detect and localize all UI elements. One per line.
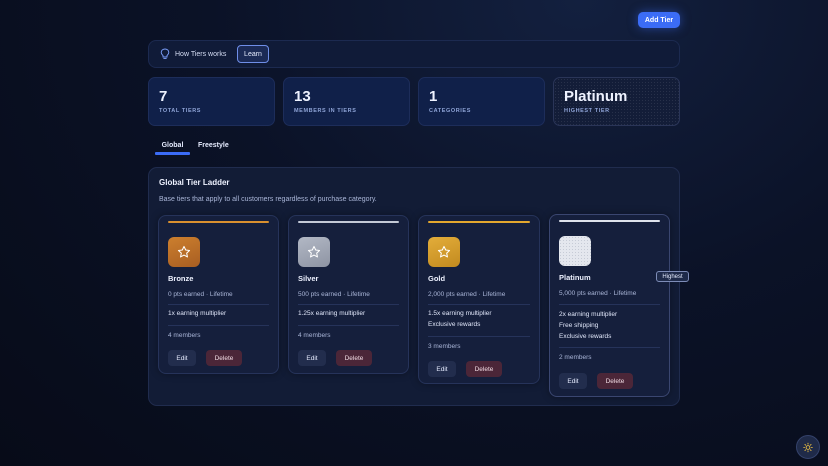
tier-members: 4 members (168, 332, 201, 339)
delete-button[interactable]: Delete (597, 373, 633, 389)
star-icon (307, 245, 321, 258)
tab-global[interactable]: Global (155, 142, 190, 155)
edit-button[interactable]: Edit (559, 373, 587, 389)
how-tiers-works-bar: How Tiers works Learn (148, 40, 680, 68)
tier-perk: 1.25x earning multiplier (298, 310, 366, 317)
stat-value: 7 (159, 88, 168, 105)
divider (428, 336, 530, 337)
edit-button[interactable]: Edit (298, 350, 326, 366)
tier-perk: 1.5x earning multiplier (428, 310, 492, 317)
tier-points: 5,000 pts earned · Lifetime (559, 290, 637, 297)
highest-badge: Highest (656, 271, 689, 282)
tier-perk: Free shipping (559, 322, 599, 329)
tier-members: 4 members (298, 332, 331, 339)
add-tier-button[interactable]: Add Tier (638, 12, 680, 28)
learn-button[interactable]: Learn (237, 45, 269, 63)
divider (559, 347, 660, 348)
tier-name: Silver (298, 274, 319, 283)
tier-points: 2,000 pts earned · Lifetime (428, 291, 506, 298)
theme-toggle-button[interactable] (796, 435, 820, 459)
tier-points: 500 pts earned · Lifetime (298, 291, 370, 298)
stat-card-total-tiers: 7 TOTAL TIERS (148, 77, 275, 126)
tier-name: Gold (428, 274, 446, 283)
divider (168, 325, 269, 326)
panel-description: Base tiers that apply to all customers r… (159, 196, 377, 203)
tier-card-gold: Gold 2,000 pts earned · Lifetime 1.5x ea… (418, 215, 540, 384)
tier-accent-bar (428, 221, 530, 223)
divider (559, 304, 660, 305)
delete-button[interactable]: Delete (466, 361, 502, 377)
delete-button[interactable]: Delete (206, 350, 242, 366)
how-tiers-works-text: How Tiers works (175, 51, 227, 58)
stat-card-highest-tier: Platinum HIGHEST TIER (553, 77, 680, 126)
tier-members: 2 members (559, 354, 592, 361)
stat-card-members-in-tiers: 13 MEMBERS IN TIERS (283, 77, 410, 126)
stat-label: MEMBERS IN TIERS (294, 108, 357, 114)
tier-badge (428, 237, 460, 267)
stat-value: 13 (294, 88, 311, 105)
tier-perk: Exclusive rewards (428, 321, 481, 328)
stat-label: HIGHEST TIER (564, 108, 610, 114)
stat-card-categories: 1 CATEGORIES (418, 77, 545, 126)
divider (168, 304, 269, 305)
edit-button[interactable]: Edit (428, 361, 456, 377)
divider (298, 325, 399, 326)
tier-members: 3 members (428, 343, 461, 350)
delete-button[interactable]: Delete (336, 350, 372, 366)
tier-card-platinum: Platinum Highest 5,000 pts earned · Life… (549, 214, 689, 397)
lightbulb-icon (160, 48, 170, 59)
tier-name: Bronze (168, 274, 194, 283)
tier-badge (559, 236, 591, 266)
tier-accent-bar (298, 221, 399, 223)
stat-label: CATEGORIES (429, 108, 471, 114)
stat-value: 1 (429, 88, 438, 105)
tier-card-silver: Silver 500 pts earned · Lifetime 1.25x e… (288, 215, 409, 374)
tier-card-bronze: Bronze 0 pts earned · Lifetime 1x earnin… (158, 215, 279, 374)
sun-icon (803, 442, 813, 452)
tier-badge (168, 237, 200, 267)
tier-perk: Exclusive rewards (559, 333, 612, 340)
panel-title: Global Tier Ladder (159, 178, 230, 187)
tier-perk: 1x earning multiplier (168, 310, 227, 317)
star-icon (437, 245, 451, 258)
tier-badge (298, 237, 330, 267)
tier-name: Platinum (559, 273, 591, 282)
star-icon (177, 245, 191, 258)
tier-accent-bar (168, 221, 269, 223)
divider (428, 304, 530, 305)
tier-accent-bar (559, 220, 660, 222)
tier-perk: 2x earning multiplier (559, 311, 618, 318)
stat-value: Platinum (564, 88, 628, 105)
divider (298, 304, 399, 305)
stat-label: TOTAL TIERS (159, 108, 202, 114)
edit-button[interactable]: Edit (168, 350, 196, 366)
tier-points: 0 pts earned · Lifetime (168, 291, 233, 298)
tab-freestyle[interactable]: Freestyle (198, 142, 229, 149)
